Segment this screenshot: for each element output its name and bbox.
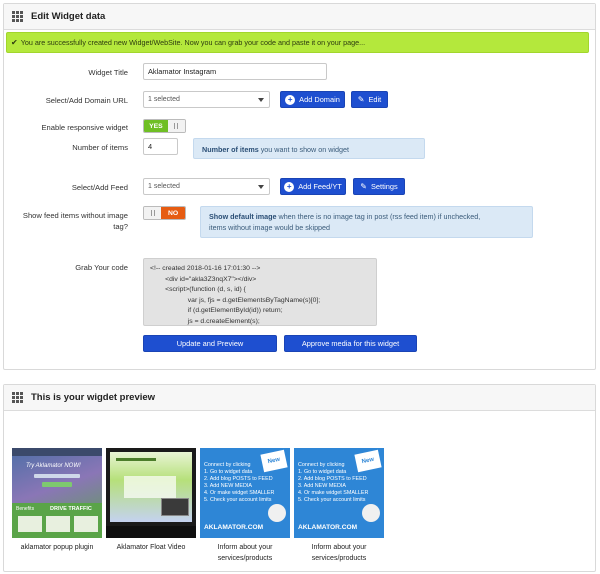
promo-line: 4. Or make widget SMALLER (204, 490, 275, 496)
add-domain-label: Add Domain (299, 95, 340, 104)
code-line: if (d.getElementById(id)) return; (150, 307, 283, 315)
code-line: <script>(function (d, s, id) { (150, 286, 246, 294)
preview-item-1-image[interactable]: Try Aklamator NOW! Benefits DRIVE TRAFFI… (12, 448, 102, 538)
responsive-label: Enable responsive widget (41, 123, 128, 132)
megaphone-icon (268, 504, 286, 522)
widget-title-input[interactable]: Aklamator Instagram (143, 63, 327, 80)
toggle-knob (167, 120, 185, 132)
show-feed-label-line2: tag? (113, 222, 128, 231)
success-alert-text: You are successfully created new Widget/… (20, 38, 366, 47)
promo-line: 5. Check your account limits (204, 497, 272, 503)
plus-circle-icon: + (284, 181, 295, 192)
plus-circle-icon: + (285, 94, 296, 105)
promo-line: 3. Add NEW MEDIA (298, 483, 346, 489)
add-feed-button[interactable]: + Add Feed/YT (280, 178, 346, 195)
embed-code-textarea[interactable]: <!-- created 2018-01-16 17:01:30 --> <di… (143, 258, 377, 326)
approve-media-button[interactable]: Approve media for this widget (284, 335, 417, 352)
caption-line: services/products (311, 555, 367, 562)
promo-sticker: New (260, 449, 288, 473)
preview-item-2-image[interactable] (106, 448, 196, 538)
settings-label: Settings (370, 182, 398, 191)
preview-item-1-caption[interactable]: aklamator popup plugin (10, 542, 104, 553)
code-line: var js, fjs = d.getElementsByTagName(s)[… (150, 296, 321, 304)
check-icon: ✔ (11, 38, 18, 47)
toggle-yes: YES (144, 120, 168, 132)
update-preview-button[interactable]: Update and Preview (143, 335, 277, 352)
domain-select[interactable]: 1 selected (143, 91, 270, 108)
pencil-icon: ✎ (360, 182, 367, 191)
show-feed-label-line1: Show feed items without image (22, 211, 128, 220)
megaphone-icon (362, 504, 380, 522)
edit-panel-title: Edit Widget data (31, 11, 106, 22)
promo-line: 5. Check your account limits (298, 497, 366, 503)
promo-line: 3. Add NEW MEDIA (204, 483, 252, 489)
preview-item-4-image[interactable]: Connect by clicking 1. Go to widget data… (294, 448, 384, 538)
caption-line: services/products (217, 555, 273, 562)
domain-label: Select/Add Domain URL (45, 96, 128, 105)
items-label: Number of items (72, 143, 128, 152)
promo-line: 2. Add blog POSTS to FEED (298, 476, 367, 482)
feed-label: Select/Add Feed (71, 183, 128, 192)
promo-brand: AKLAMATOR.COM (298, 524, 358, 531)
show-feed-toggle[interactable]: NO (143, 206, 186, 220)
feed-select[interactable]: 1 selected (143, 178, 270, 195)
code-line: <!-- created 2018-01-16 17:01:30 --> (150, 265, 261, 272)
thumb1-sub: Benefits (16, 506, 35, 512)
image-hint-line2: items without image would be skipped (209, 223, 331, 232)
preview-panel-header: This is your wigdet preview (4, 385, 595, 411)
image-hint: Show default image when there is no imag… (200, 206, 533, 238)
preview-panel-title: This is your wigdet preview (31, 392, 156, 403)
code-line: js = d.createElement(s); (150, 317, 260, 325)
feed-selected-text: 1 selected (148, 183, 180, 190)
promo-brand: AKLAMATOR.COM (204, 524, 264, 531)
caption-line: Inform about your (311, 544, 367, 551)
widget-title-label: Widget Title (88, 68, 128, 77)
items-input[interactable]: 4 (143, 138, 178, 155)
code-line: <div id="akla3Z3nqX7"></div> (150, 275, 257, 283)
pencil-icon: ✎ (357, 95, 365, 104)
items-hint-bold: Number of items (202, 145, 259, 154)
promo-line: 2. Add blog POSTS to FEED (204, 476, 273, 482)
grid-icon (12, 11, 23, 22)
chevron-down-icon (258, 98, 264, 102)
grid-icon (12, 392, 23, 403)
image-hint-text: when there is no image tag in post (rss … (276, 212, 481, 221)
grab-code-label: Grab Your code (75, 263, 128, 272)
items-hint: Number of items you want to show on widg… (193, 138, 425, 159)
toggle-knob (144, 207, 162, 219)
edit-panel-header: Edit Widget data (4, 4, 595, 30)
thumb1-badge: DRIVE TRAFFIC (50, 506, 92, 512)
success-alert: ✔ You are successfully created new Widge… (6, 32, 589, 53)
add-feed-label: Add Feed/YT (298, 182, 342, 191)
preview-item-4-caption[interactable]: Inform about your services/products (292, 542, 386, 564)
chevron-down-icon (258, 185, 264, 189)
preview-item-3-caption[interactable]: Inform about your services/products (198, 542, 292, 564)
responsive-toggle[interactable]: YES (143, 119, 186, 133)
promo-line: 4. Or make widget SMALLER (298, 490, 369, 496)
edit-label: Edit (368, 95, 382, 104)
image-hint-bold: Show default image (209, 212, 277, 221)
feed-settings-button[interactable]: ✎ Settings (353, 178, 405, 195)
caption-line: Inform about your (217, 544, 273, 551)
preview-item-2-caption[interactable]: Aklamator Float Video (104, 542, 198, 553)
edit-domain-button[interactable]: ✎ Edit (351, 91, 388, 108)
preview-item-3-image[interactable]: Connect by clicking 1. Go to widget data… (200, 448, 290, 538)
promo-sticker: New (354, 449, 382, 473)
domain-selected-text: 1 selected (148, 96, 180, 103)
thumb1-headline: Try Aklamator NOW! (26, 463, 81, 469)
toggle-no: NO (161, 207, 185, 219)
add-domain-button[interactable]: + Add Domain (280, 91, 345, 108)
items-hint-text: you want to show on widget (258, 145, 350, 154)
